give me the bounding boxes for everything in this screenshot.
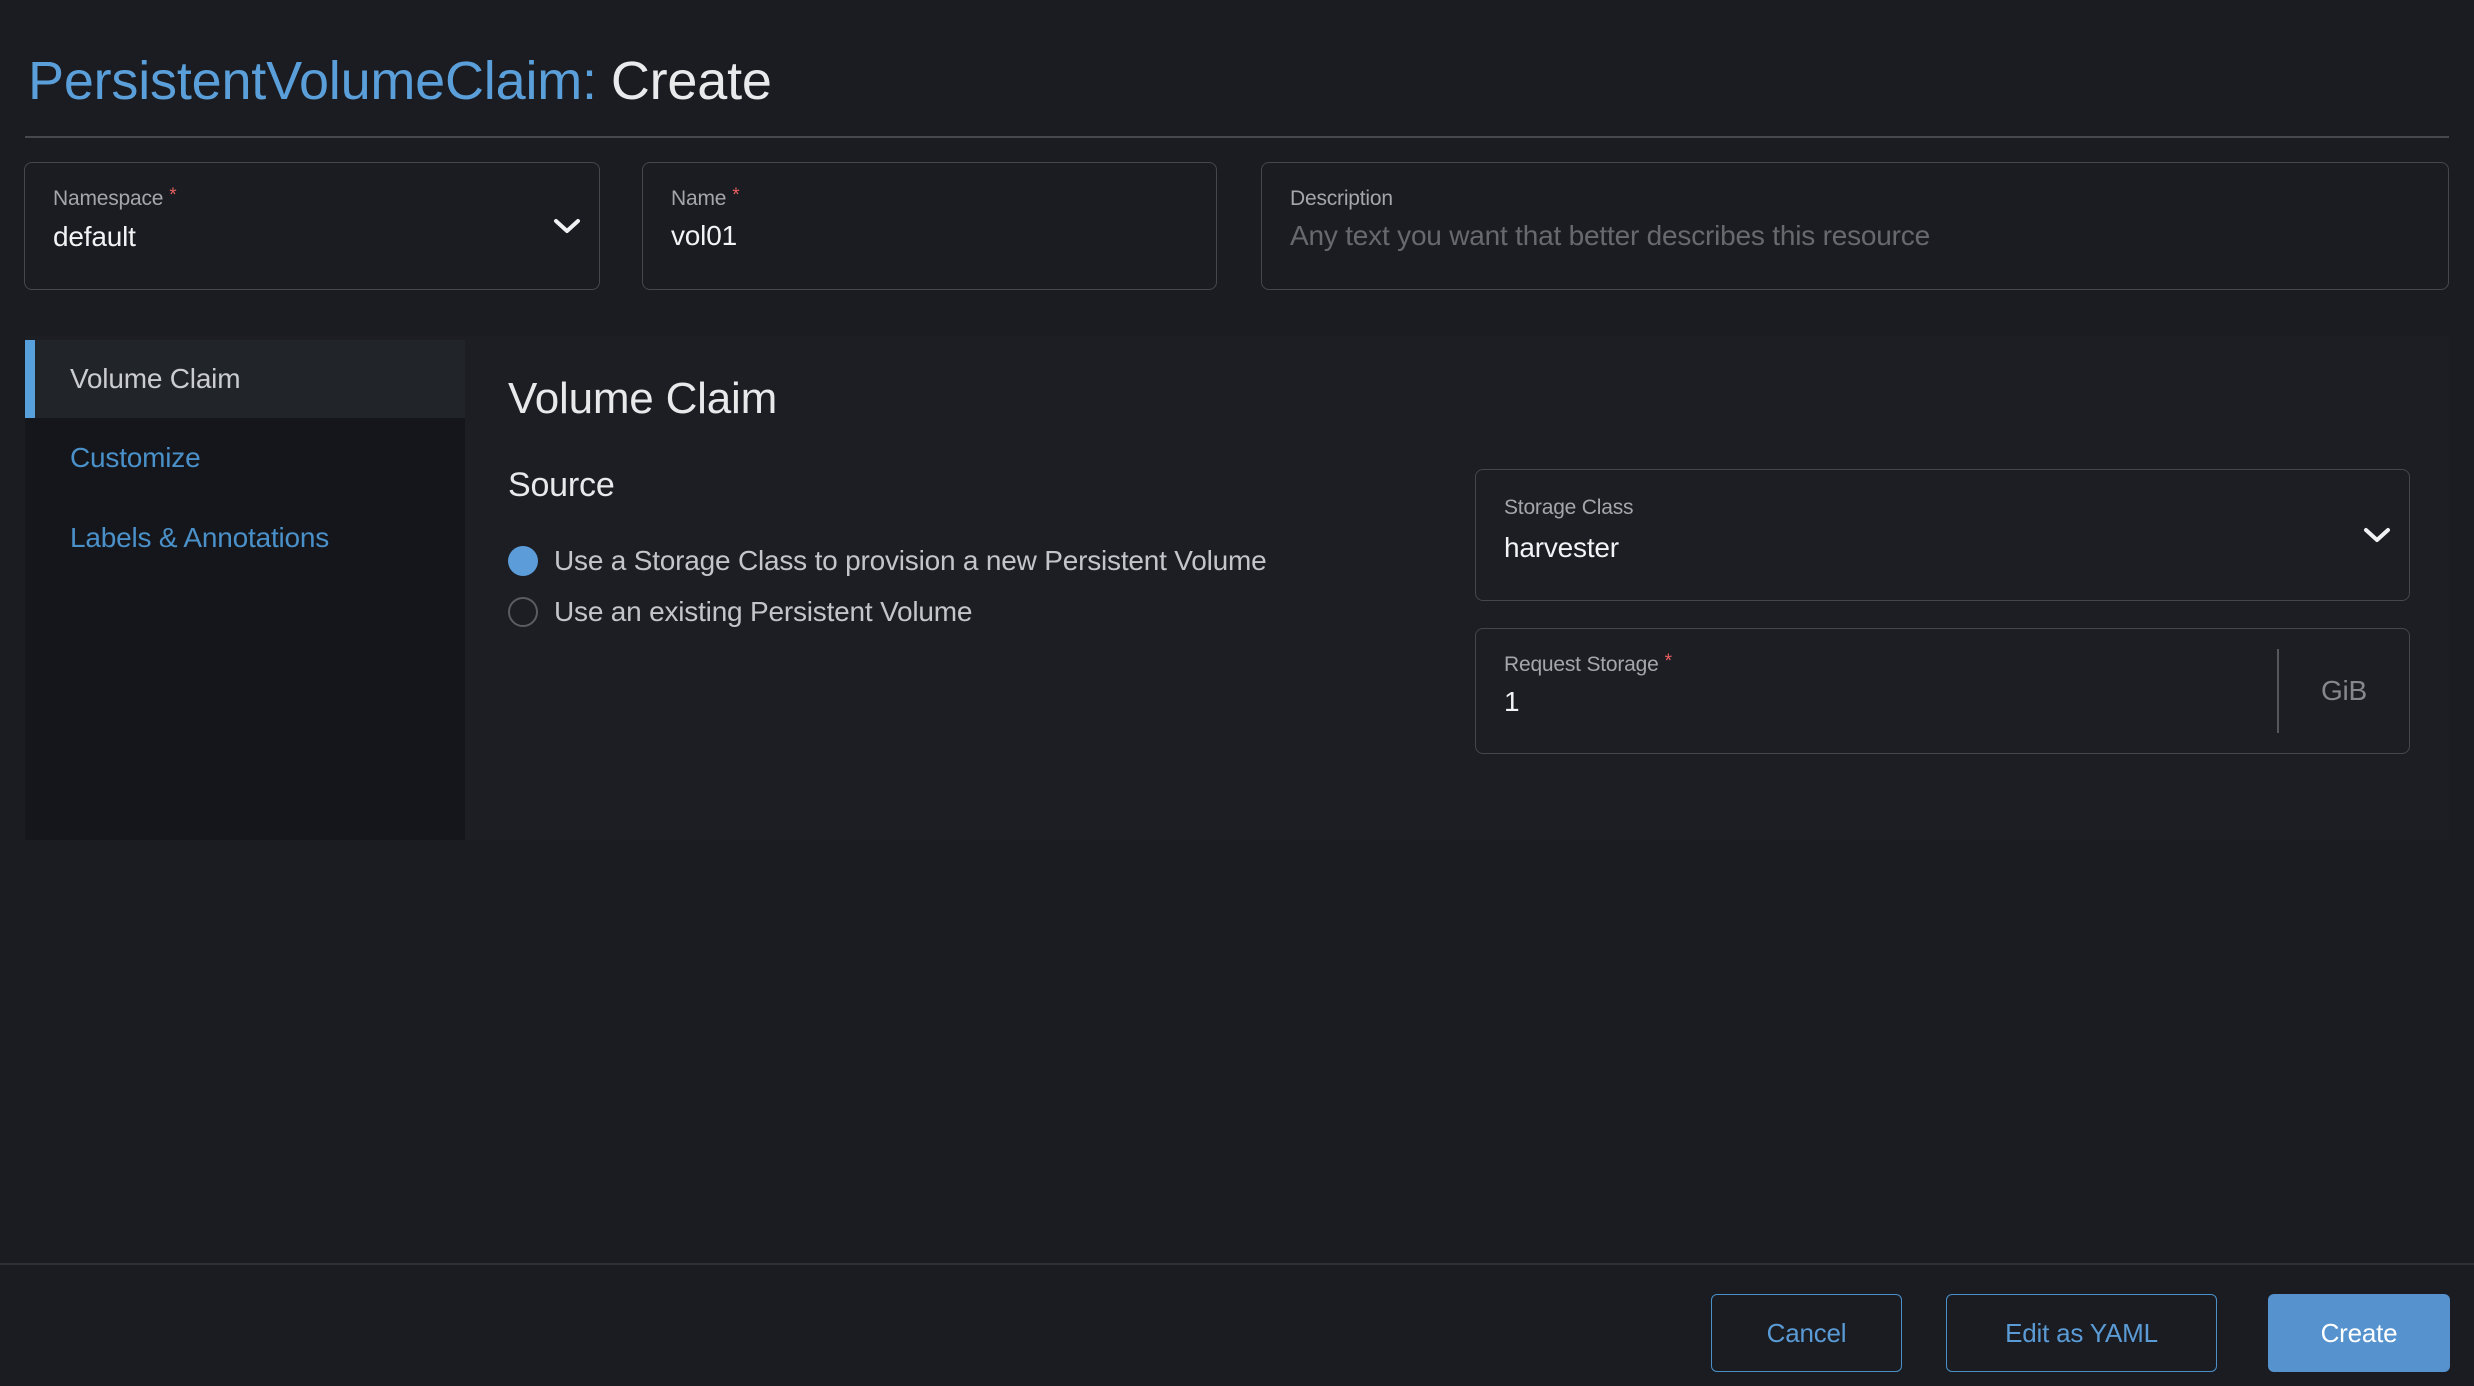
namespace-select[interactable]: Namespace * default	[24, 162, 600, 290]
radio-unselected-icon	[508, 597, 538, 627]
tab-label: Customize	[70, 442, 201, 473]
radio-option-existing-pv[interactable]: Use an existing Persistent Volume	[508, 596, 972, 628]
tab-volume-claim[interactable]: Volume Claim	[25, 340, 465, 418]
request-storage-label: Request Storage *	[1504, 651, 1672, 676]
unit-label: GiB	[2320, 675, 2368, 706]
chevron-down-icon	[554, 219, 580, 233]
name-input[interactable]	[671, 217, 1171, 255]
name-label: Name *	[671, 185, 740, 210]
chevron-down-icon	[2364, 528, 2390, 542]
description-field: Description	[1261, 162, 2449, 290]
storage-class-label: Storage Class	[1504, 496, 1634, 519]
name-field: Name *	[642, 162, 1217, 290]
required-asterisk: *	[732, 185, 740, 206]
description-label: Description	[1290, 187, 1393, 210]
radio-label: Use an existing Persistent Volume	[554, 596, 973, 627]
cancel-button[interactable]: Cancel	[1711, 1294, 1902, 1372]
radio-selected-icon	[508, 546, 538, 576]
content-heading: Volume Claim	[508, 374, 778, 423]
page-title-action: Create	[610, 51, 772, 112]
create-pvc-page: PersistentVolumeClaim: Create Namespace * …	[0, 0, 2474, 1386]
request-storage-field: Request Storage* GiB	[1475, 628, 2410, 754]
storage-class-select[interactable]: Storage Class harvester	[1475, 469, 2410, 601]
source-heading: Source	[508, 466, 615, 504]
radio-option-storage-class[interactable]: Use a Storage Class to provision a new P…	[508, 545, 1267, 577]
tab-labels-annotations[interactable]: Labels & Annotations	[25, 498, 465, 578]
namespace-label: Namespace *	[53, 185, 177, 210]
tab-label: Volume Claim	[70, 363, 241, 394]
page-title-resource: PersistentVolumeClaim:	[28, 51, 597, 112]
required-asterisk: *	[1664, 651, 1672, 672]
tab-customize[interactable]: Customize	[25, 418, 465, 498]
create-button[interactable]: Create	[2268, 1294, 2450, 1372]
footer-divider	[0, 1263, 2474, 1265]
edit-as-yaml-button[interactable]: Edit as YAML	[1946, 1294, 2217, 1372]
storage-class-value: harvester	[1504, 532, 1619, 563]
header-divider	[25, 136, 2449, 138]
request-storage-input[interactable]	[1504, 683, 2244, 721]
namespace-value: default	[53, 221, 136, 252]
description-input[interactable]	[1290, 217, 2400, 255]
tab-sidebar: Volume Claim Customize Labels & Annotati…	[25, 340, 465, 840]
page-title: PersistentVolumeClaim: Create	[28, 50, 772, 112]
required-asterisk: *	[169, 185, 177, 206]
tab-label: Labels & Annotations	[70, 522, 330, 553]
radio-label: Use a Storage Class to provision a new P…	[554, 545, 1267, 576]
